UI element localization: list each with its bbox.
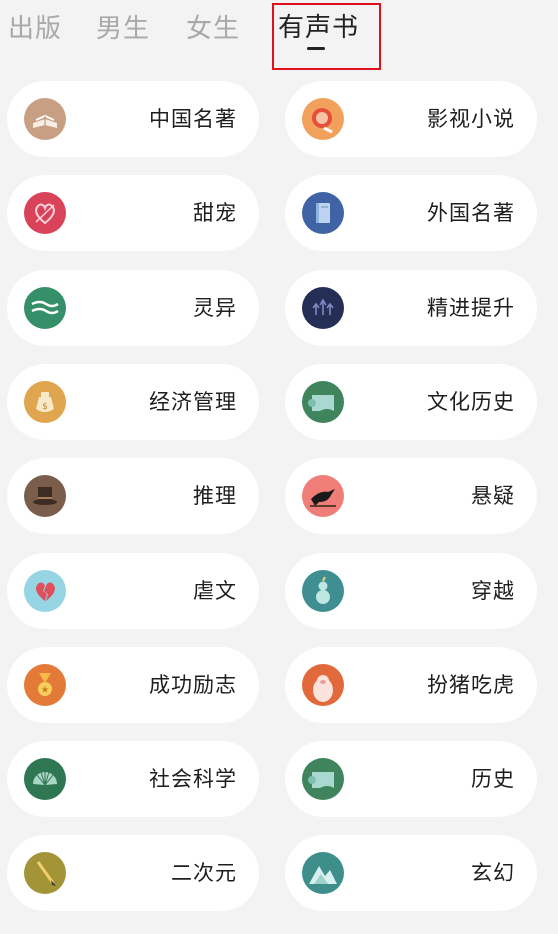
scroll-icon xyxy=(302,758,344,801)
category-tab-bar: 出版 男生 女生 有声书 xyxy=(0,0,558,74)
mountain-icon xyxy=(302,852,344,895)
crow-icon xyxy=(302,475,344,518)
arrows-up-icon xyxy=(302,286,344,329)
category-label: 灵异 xyxy=(193,295,237,320)
category-label: 精进提升 xyxy=(427,295,515,320)
tab-male[interactable]: 男生 xyxy=(96,8,150,45)
open-book-icon xyxy=(24,98,66,140)
scroll-icon xyxy=(302,380,344,423)
category-label: 成功励志 xyxy=(149,672,237,697)
category-card[interactable]: 外国名著 xyxy=(285,175,537,252)
gourd-icon xyxy=(302,569,344,612)
category-label: 经济管理 xyxy=(149,389,237,414)
category-card[interactable]: 推理 xyxy=(7,458,259,535)
category-card[interactable]: 二次元 xyxy=(7,835,259,912)
money-bag-icon: $ xyxy=(24,380,66,423)
category-label: 中国名著 xyxy=(149,107,237,131)
category-label: 推理 xyxy=(193,484,237,509)
fan-icon xyxy=(24,758,66,801)
category-card[interactable]: 社会科学 xyxy=(7,741,259,818)
top-hat-icon xyxy=(24,475,66,518)
category-label: 影视小说 xyxy=(427,107,515,131)
broken-heart-icon xyxy=(24,569,66,612)
category-card[interactable]: ★ 成功励志 xyxy=(7,646,259,723)
book-icon xyxy=(302,192,344,235)
category-label: 虐文 xyxy=(193,578,237,603)
brush-icon xyxy=(24,852,66,895)
category-card[interactable]: 悬疑 xyxy=(285,458,537,535)
category-card[interactable]: 甜宠 xyxy=(7,175,259,252)
svg-text:$: $ xyxy=(42,402,48,412)
category-card[interactable]: $ 经济管理 xyxy=(7,363,259,440)
category-card[interactable]: 影视小说 xyxy=(285,81,537,157)
category-card[interactable]: 文化历史 xyxy=(285,363,537,440)
category-card[interactable]: 历史 xyxy=(285,741,537,818)
medal-icon: ★ xyxy=(24,663,66,706)
pig-icon xyxy=(302,663,344,706)
highlight-box xyxy=(272,3,381,70)
category-label: 悬疑 xyxy=(471,484,515,509)
category-label: 社会科学 xyxy=(149,767,237,792)
category-card[interactable]: 穿越 xyxy=(285,552,537,629)
category-label: 二次元 xyxy=(171,861,237,886)
category-card[interactable]: 扮猪吃虎 xyxy=(285,646,537,723)
category-label: 玄幻 xyxy=(471,861,515,886)
category-label: 外国名著 xyxy=(427,201,515,226)
heart-icon xyxy=(24,192,66,235)
category-label: 扮猪吃虎 xyxy=(427,672,515,697)
category-card[interactable]: 中国名著 xyxy=(7,81,259,157)
category-card[interactable]: 玄幻 xyxy=(285,835,537,912)
category-label: 历史 xyxy=(471,767,515,792)
tab-female[interactable]: 女生 xyxy=(186,8,240,45)
svg-text:★: ★ xyxy=(41,685,49,695)
category-card[interactable]: 虐文 xyxy=(7,552,259,629)
film-reel-icon xyxy=(302,98,344,140)
tab-publishing[interactable]: 出版 xyxy=(8,8,62,45)
category-card[interactable]: 精进提升 xyxy=(285,269,537,346)
wave-icon xyxy=(24,286,66,329)
category-card[interactable]: 灵异 xyxy=(7,269,259,346)
category-label: 穿越 xyxy=(471,578,515,603)
category-label: 甜宠 xyxy=(193,201,237,226)
category-label: 文化历史 xyxy=(427,389,515,414)
